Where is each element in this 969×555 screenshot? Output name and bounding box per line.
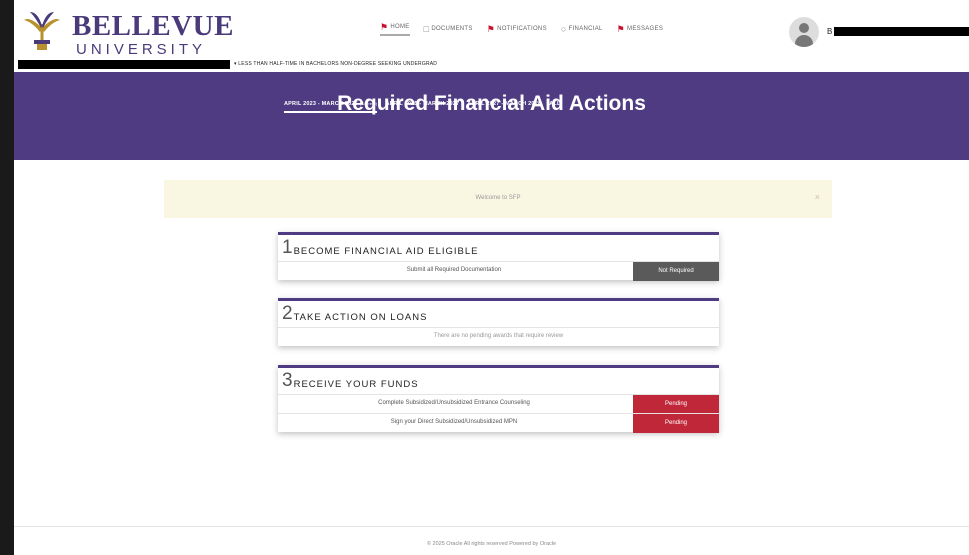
- close-icon[interactable]: ×: [815, 192, 820, 202]
- status-badge[interactable]: Pending: [633, 395, 719, 414]
- nav-documents-label: DOCUMENTS: [431, 26, 473, 32]
- action-label: Complete Subsidized/Unsubsidized Entranc…: [378, 400, 530, 406]
- tab-aid-year-2025[interactable]: APRIL 2025 - MARCH 2027: [385, 101, 459, 113]
- tab-aid-year-2027-label: APRIL 2027 - MARCH 2028: [467, 101, 542, 107]
- welcome-alert: Welcome to SFP ×: [164, 180, 832, 218]
- window-frame: [0, 0, 14, 555]
- empty-message: There are no pending awards that require…: [433, 333, 564, 339]
- nav-financial-label: FINANCIAL: [568, 26, 603, 32]
- status-badge[interactable]: Pending: [633, 414, 719, 433]
- step-title: RECEIVE YOUR FUNDS: [293, 379, 419, 390]
- avatar-head: [799, 23, 809, 33]
- header: BELLEVUE UNIVERSITY ▾ LESS THAN HALF-TIM…: [14, 0, 969, 70]
- step-card-eligibility: 1 BECOME FINANCIAL AID ELIGIBLE Submit a…: [278, 232, 719, 281]
- step-number: 3: [282, 370, 293, 391]
- dollar-icon: ○: [560, 24, 567, 34]
- tab-aid-year-2023-label: APRIL 2023 - MARCH 2025: [284, 101, 358, 107]
- hero-banner: Required Financial Aid Actions: [14, 72, 969, 160]
- avatar-body: [795, 35, 813, 47]
- step-header: 1 BECOME FINANCIAL AID ELIGIBLE: [278, 235, 719, 261]
- nav-financial[interactable]: ○ FINANCIAL: [561, 22, 603, 36]
- logo-emblem-icon: [24, 12, 60, 50]
- tab-aid-year-2025-label: APRIL 2025 - MARCH 2027: [385, 101, 460, 107]
- step-number: 1: [282, 237, 293, 258]
- document-icon: □: [423, 24, 430, 34]
- tab-all-label: ALL: [549, 101, 561, 107]
- nav-notifications[interactable]: ⚑ NOTIFICATIONS: [487, 22, 547, 36]
- aid-year-tabs: APRIL 2023 - MARCH 2025 (Current) APRIL …: [284, 101, 561, 113]
- footer-divider: [14, 526, 969, 527]
- main-nav: ⚑ HOME □ DOCUMENTS ⚑ NOTIFICATIONS ○ FIN…: [380, 22, 663, 36]
- nav-notifications-label: NOTIFICATIONS: [497, 26, 547, 32]
- nav-messages[interactable]: ⚑ MESSAGES: [617, 22, 663, 36]
- logo-name: BELLEVUE: [72, 10, 234, 42]
- alert-message: Welcome to SFP: [475, 195, 521, 201]
- status-badge[interactable]: Not Required: [633, 262, 719, 281]
- step-title: BECOME FINANCIAL AID ELIGIBLE: [293, 246, 479, 257]
- tab-aid-year-2023[interactable]: APRIL 2023 - MARCH 2025 (Current): [284, 101, 378, 113]
- home-icon: ⚑: [380, 21, 389, 32]
- tab-aid-year-2027[interactable]: APRIL 2027 - MARCH 2028: [467, 101, 541, 113]
- user-initial: B: [827, 27, 833, 36]
- step-card-loans: 2 TAKE ACTION ON LOANS There are no pend…: [278, 298, 719, 346]
- action-row[interactable]: Sign your Direct Subsidized/Unsubsidized…: [278, 413, 719, 433]
- bell-icon: ⚑: [486, 23, 496, 34]
- envelope-icon: ⚑: [616, 23, 626, 34]
- step-card-funds: 3 RECEIVE YOUR FUNDS Complete Subsidized…: [278, 365, 719, 433]
- nav-messages-label: MESSAGES: [627, 26, 664, 32]
- logo-subtitle: UNIVERSITY: [76, 41, 207, 58]
- empty-message-row: There are no pending awards that require…: [278, 327, 719, 346]
- step-title: TAKE ACTION ON LOANS: [293, 312, 428, 323]
- nav-home[interactable]: ⚑ HOME: [380, 22, 410, 36]
- action-row[interactable]: Complete Subsidized/Unsubsidized Entranc…: [278, 394, 719, 414]
- footer: © 2025 Oracle All rights reserved Powere…: [426, 541, 557, 547]
- tab-all[interactable]: ALL: [549, 101, 560, 113]
- nav-home-label: HOME: [390, 24, 410, 30]
- avatar[interactable]: [789, 17, 819, 47]
- nav-documents[interactable]: □ DOCUMENTS: [424, 22, 473, 36]
- step-number: 2: [282, 303, 293, 324]
- action-row[interactable]: Submit all Required Documentation Not Re…: [278, 261, 719, 281]
- redacted-student-name: [18, 60, 230, 69]
- step-header: 2 TAKE ACTION ON LOANS: [278, 301, 719, 327]
- redacted-user-menu[interactable]: [834, 27, 969, 36]
- action-label: Submit all Required Documentation: [406, 267, 502, 273]
- page: BELLEVUE UNIVERSITY ▾ LESS THAN HALF-TIM…: [14, 0, 969, 555]
- enrollment-status[interactable]: ▾ LESS THAN HALF-TIME IN BACHELORS NON-D…: [234, 61, 437, 67]
- university-logo[interactable]: BELLEVUE UNIVERSITY: [20, 4, 233, 62]
- tab-current-marker: (Current): [359, 101, 378, 106]
- step-header: 3 RECEIVE YOUR FUNDS: [278, 368, 719, 394]
- action-label: Sign your Direct Subsidized/Unsubsidized…: [390, 419, 518, 425]
